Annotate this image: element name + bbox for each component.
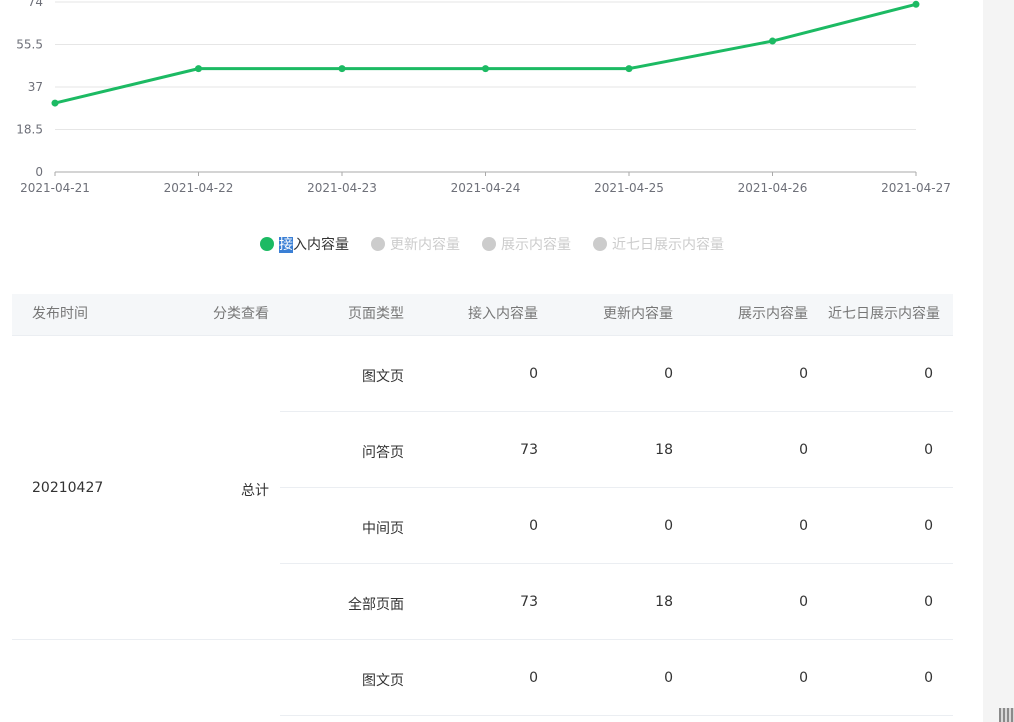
cell-page-type: 中间页 <box>362 521 404 537</box>
x-tick-label: 2021-04-25 <box>594 181 664 195</box>
row-divider <box>280 411 953 412</box>
cell-access: 0 <box>529 366 538 382</box>
x-tick-label: 2021-04-24 <box>451 181 521 195</box>
cell-update: 18 <box>655 594 673 610</box>
x-axis: 2021-04-21 2021-04-22 2021-04-23 2021-04-24… <box>20 171 951 195</box>
y-tick-label: 74 <box>28 0 43 9</box>
legend-item-display[interactable]: 展示内容量 <box>482 234 571 254</box>
legend-marker-icon <box>482 237 496 251</box>
group-publish-date: 20210427 <box>32 480 104 496</box>
data-point <box>195 65 202 73</box>
data-point <box>912 0 920 8</box>
resize-grip-icon[interactable] <box>999 708 1014 722</box>
data-point <box>482 65 489 73</box>
col-header-access[interactable]: 接入内容量 <box>468 294 538 335</box>
table-header: 发布时间 分类查看 页面类型 接入内容量 更新内容量 展示内容量 近七日展示内容… <box>12 294 953 336</box>
cell-7day-display: 0 <box>924 518 933 534</box>
col-header-7day-display[interactable]: 近七日展示内容量 <box>828 294 940 335</box>
y-tick-label: 55.5 <box>16 38 43 52</box>
legend-label: 更新内容量 <box>390 237 460 253</box>
cell-display: 0 <box>799 518 808 534</box>
col-header-category[interactable]: 分类查看 <box>213 294 269 335</box>
cell-page-type: 图文页 <box>362 369 404 385</box>
col-header-page-type[interactable]: 页面类型 <box>348 294 404 335</box>
row-divider <box>280 563 953 564</box>
col-header-display[interactable]: 展示内容量 <box>738 294 808 335</box>
legend-label: 接入内容量 <box>279 237 349 253</box>
cell-access: 0 <box>529 670 538 686</box>
legend-item-access[interactable]: 接入内容量 <box>260 234 349 254</box>
cell-update: 0 <box>664 366 673 382</box>
cell-display: 0 <box>799 366 808 382</box>
x-tick-label: 2021-04-21 <box>20 181 90 195</box>
col-header-publish-time[interactable]: 发布时间 <box>32 294 88 335</box>
cell-display: 0 <box>799 442 808 458</box>
cell-7day-display: 0 <box>924 442 933 458</box>
cell-page-type: 图文页 <box>362 673 404 689</box>
cell-access: 73 <box>520 594 538 610</box>
group-category: 总计 <box>241 483 269 499</box>
y-tick-label: 18.5 <box>16 123 43 137</box>
x-tick-label: 2021-04-26 <box>738 181 808 195</box>
y-tick-label: 37 <box>28 80 43 94</box>
cell-update: 0 <box>664 518 673 534</box>
cell-display: 0 <box>799 670 808 686</box>
cell-access: 0 <box>529 518 538 534</box>
chart-series <box>51 0 920 107</box>
legend-label: 近七日展示内容量 <box>612 237 724 253</box>
data-point <box>625 65 633 73</box>
x-tick-label: 2021-04-22 <box>164 181 234 195</box>
chart-legend: 接入内容量 更新内容量 展示内容量 近七日展示内容量 <box>260 233 746 255</box>
row-divider <box>280 487 953 488</box>
scrollbar-track[interactable] <box>983 0 1014 722</box>
cell-page-type: 问答页 <box>362 445 404 461</box>
cell-access: 73 <box>520 442 538 458</box>
legend-item-7day-display[interactable]: 近七日展示内容量 <box>593 234 724 254</box>
legend-marker-icon <box>260 237 274 251</box>
cell-7day-display: 0 <box>924 366 933 382</box>
cell-page-type: 全部页面 <box>348 597 404 613</box>
col-header-update[interactable]: 更新内容量 <box>603 294 673 335</box>
cell-7day-display: 0 <box>924 594 933 610</box>
data-point <box>51 99 59 107</box>
legend-label: 展示内容量 <box>501 237 571 253</box>
legend-item-update[interactable]: 更新内容量 <box>371 234 460 254</box>
x-tick-label: 2021-04-23 <box>307 181 377 195</box>
group-divider <box>12 639 953 640</box>
x-tick-label: 2021-04-27 <box>881 181 951 195</box>
cell-update: 18 <box>655 442 673 458</box>
row-divider <box>280 715 953 716</box>
series-line <box>54 2 917 105</box>
data-point <box>338 65 346 73</box>
legend-marker-icon <box>371 237 385 251</box>
line-chart: 018.53755.574 2021-04-21 2021-04-22 2021-0… <box>16 0 951 195</box>
data-table: 发布时间 分类查看 页面类型 接入内容量 更新内容量 展示内容量 近七日展示内容… <box>12 294 953 722</box>
data-point <box>769 37 776 45</box>
y-axis: 0 18.5 37 55.5 74 <box>16 0 43 179</box>
cell-7day-display: 0 <box>924 670 933 686</box>
legend-marker-icon <box>593 237 607 251</box>
y-tick-label: 0 <box>35 165 43 179</box>
cell-update: 0 <box>664 670 673 686</box>
cell-display: 0 <box>799 594 808 610</box>
